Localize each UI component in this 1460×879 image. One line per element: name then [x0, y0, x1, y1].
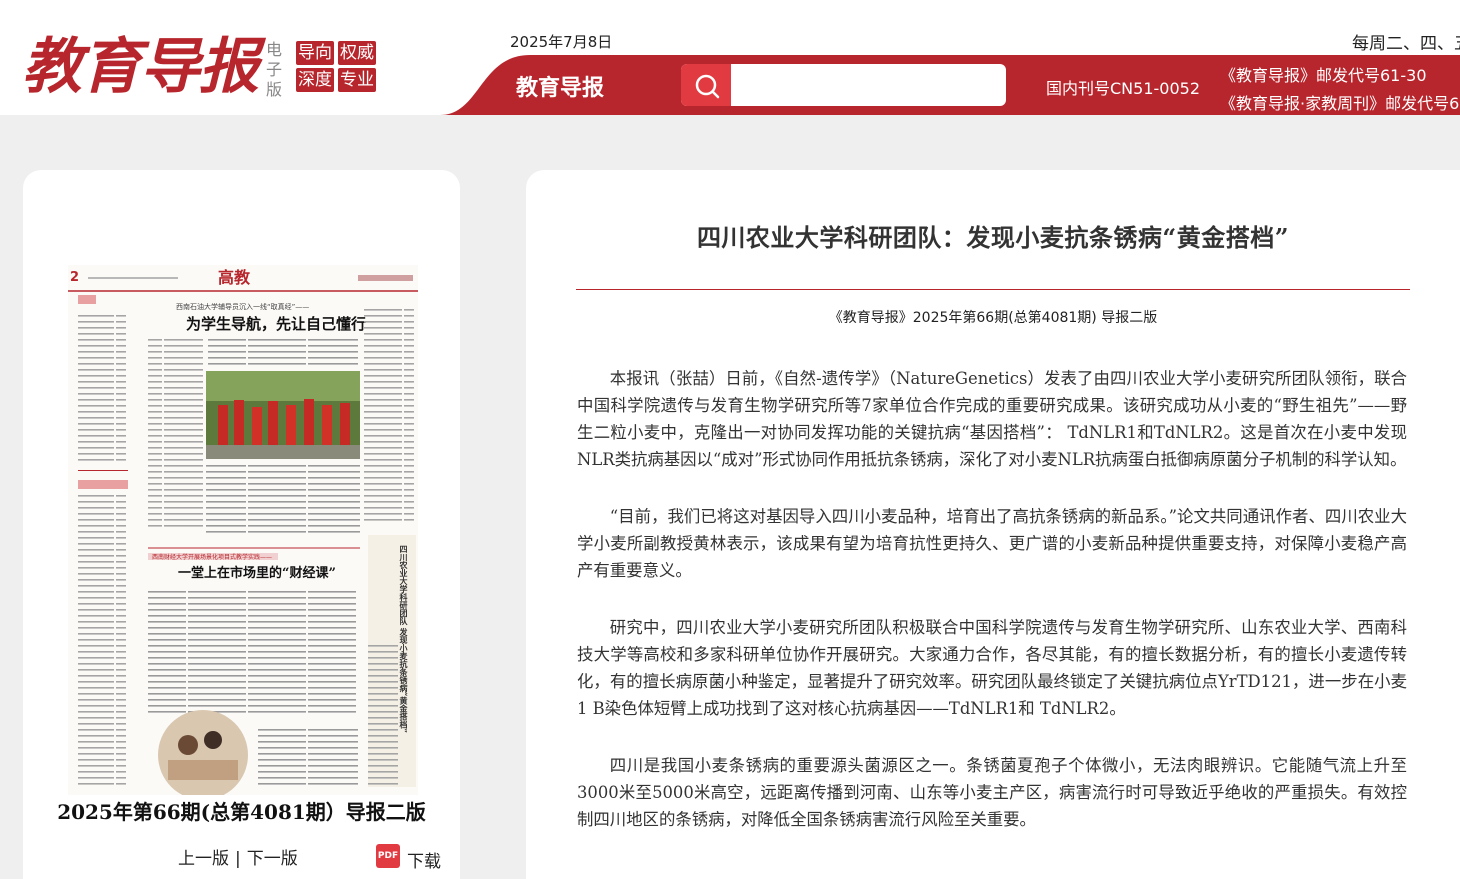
page-panel: 2 高教 西南石油大学辅导员沉入一线“取真经”—— 为学生导航，先让自己懂行 西…: [23, 170, 460, 879]
logo-tag: 导向: [296, 41, 334, 65]
postcode-label: 《教育导报·家教周刊》邮发代号6: [1220, 94, 1460, 113]
logo-tags: 导向 权威 深度 专业: [296, 41, 376, 92]
newspaper-page-image: 2 高教 西南石油大学辅导员沉入一线“取真经”—— 为学生导航，先让自己懂行 西…: [68, 265, 418, 795]
logo-tag: 权威: [338, 41, 376, 65]
thumb-headline: 一堂上在市场里的“财经课”: [178, 565, 336, 581]
article-paragraph: “目前，我们已将这对基因导入四川小麦品种，培育出了高抗条锈病的新品系。”论文共同…: [577, 507, 1407, 580]
thumb-headline: 为学生导航，先让自己懂行: [186, 315, 366, 333]
search-button[interactable]: [681, 64, 731, 106]
page-pagination: 上一版 | 下一版: [178, 844, 298, 869]
article-panel: 四川农业大学科研团队：发现小麦抗条锈病“黄金搭档” 《教育导报》2025年第66…: [526, 170, 1460, 879]
article-paragraph: 研究中，四川农业大学小麦研究所团队积极联合中国科学院遗传与发育生物学研究所、山东…: [577, 618, 1407, 718]
thumb-kicker: 西南财经大学开展场景化项目式教学实践——: [152, 553, 272, 561]
article-body: 本报讯（张喆）日前，《自然-遗传学》（NatureGenetics）发表了由四川…: [577, 365, 1407, 863]
logo-tag: 深度: [296, 68, 334, 92]
next-page-link[interactable]: 下一版: [247, 849, 298, 869]
article-paragraph: 四川是我国小麦条锈病的重要源头菌源区之一。条锈菌夏孢子个体微小，无法肉眼辨识。它…: [577, 756, 1407, 829]
article-paragraph: 本报讯（张喆）日前，《自然-遗传学》（NatureGenetics）发表了由四川…: [577, 369, 1407, 469]
pagination-separator: |: [235, 849, 241, 869]
issue-date: 2025年7月8日: [510, 33, 613, 51]
thumb-kicker: 西南石油大学辅导员沉入一线“取真经”——: [176, 302, 309, 311]
logo-tag: 专业: [338, 68, 376, 92]
search-icon: [695, 74, 720, 99]
article-title: 四川农业大学科研团队：发现小麦抗条锈病“黄金搭档”: [696, 223, 1290, 252]
pdf-icon[interactable]: PDF: [376, 844, 400, 868]
bar-title: 教育导报: [516, 76, 605, 101]
search-input[interactable]: [731, 64, 1006, 106]
logo-wordmark: 教育导报: [22, 32, 259, 102]
prev-page-link[interactable]: 上一版: [178, 849, 229, 869]
page-number-mark: 2: [70, 270, 79, 285]
article-source: 《教育导报》2025年第66期(总第4081期) 导报二版: [828, 310, 1158, 326]
issn-label: 国内刊号CN51-0052: [1046, 79, 1200, 98]
section-mark: 高教: [218, 268, 251, 287]
site-logo[interactable]: 教育导报 电子版 导向 权威 深度 专业: [22, 32, 376, 104]
edition-label: 电子版: [266, 40, 283, 99]
title-divider: [576, 289, 1410, 290]
publication-frequency: 每周二、四、五: [1352, 34, 1460, 54]
page-thumbnail[interactable]: 2 高教 西南石油大学辅导员沉入一线“取真经”—— 为学生导航，先让自己懂行 西…: [68, 265, 418, 795]
postcode-label: 《教育导报》邮发代号61-30: [1220, 66, 1427, 85]
issue-label: 2025年第66期(总第4081期）导报二版: [57, 800, 426, 824]
thumb-side-title: 四川农业大学科研团队 发现小麦抗条锈病“黄金搭档”: [398, 545, 409, 733]
download-link[interactable]: 下载: [407, 847, 441, 872]
